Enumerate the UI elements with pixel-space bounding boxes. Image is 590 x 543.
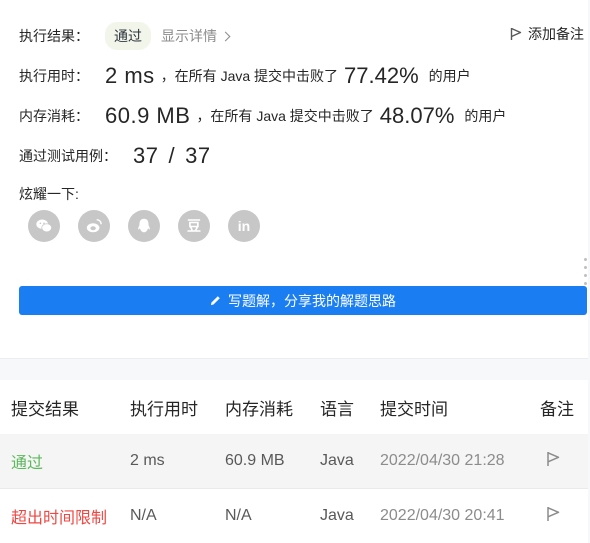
row-time: 2022/04/30 21:28: [380, 452, 505, 469]
row-runtime: 2 ms: [130, 452, 165, 469]
add-note-button[interactable]: 添加备注: [510, 24, 584, 44]
row-runtime: N/A: [130, 507, 157, 524]
row-note-button[interactable]: [540, 451, 580, 472]
share-row: 炫耀一下:: [19, 184, 79, 204]
status-badge: 通过: [105, 22, 151, 50]
wechat-icon[interactable]: [28, 210, 60, 242]
tests-separator: /: [168, 143, 176, 168]
col-header-result[interactable]: 提交结果: [0, 395, 130, 420]
runtime-percent: 77.42%: [344, 63, 419, 88]
qq-icon[interactable]: [128, 210, 160, 242]
flag-icon: [547, 506, 560, 521]
weibo-icon[interactable]: [78, 210, 110, 242]
linkedin-icon[interactable]: in: [228, 210, 260, 242]
submissions-table: 提交结果 执行用时 内存消耗 语言 提交时间 备注 通过 2 ms 60.9 M…: [0, 380, 588, 543]
tests-label: 通过测试用例：: [19, 148, 117, 164]
write-solution-button[interactable]: 写题解，分享我的解题思路: [19, 286, 587, 315]
row-memory: 60.9 MB: [225, 452, 285, 469]
tests-total: 37: [185, 143, 211, 168]
runtime-label: 执行用时：: [19, 68, 89, 84]
share-label: 炫耀一下:: [19, 186, 79, 202]
result-row: 执行结果： 通过 显示详情: [19, 22, 231, 50]
show-details-link[interactable]: 显示详情: [161, 26, 217, 46]
share-icons: 豆 in: [28, 210, 260, 242]
chevron-right-icon: [220, 31, 231, 41]
table-header: 提交结果 执行用时 内存消耗 语言 提交时间 备注: [0, 380, 588, 434]
tests-passed: 37: [133, 143, 159, 168]
memory-suffix: 的用户: [464, 108, 507, 124]
col-header-note: 备注: [540, 399, 574, 419]
douban-glyph: 豆: [187, 218, 201, 234]
weibo-glyph: [86, 218, 102, 233]
runtime-row: 执行用时： 2 ms ，在所有 Java 提交中击败了 77.42% 的用户: [19, 63, 471, 89]
memory-percent: 48.07%: [379, 103, 455, 128]
memory-row: 内存消耗： 60.9 MB ，在所有 Java 提交中击败了 48.07% 的用…: [19, 103, 506, 129]
runtime-value: 2 ms: [105, 63, 155, 88]
row-result-link[interactable]: 通过: [0, 449, 130, 473]
col-header-time[interactable]: 提交时间: [380, 395, 540, 420]
qq-glyph: [138, 218, 150, 233]
flag-icon: [547, 451, 560, 466]
pencil-icon: [210, 296, 220, 306]
col-header-memory[interactable]: 内存消耗: [225, 395, 320, 420]
memory-prefix: ，在所有 Java 提交中击败了: [196, 108, 374, 124]
resize-handle[interactable]: [584, 258, 587, 290]
row-note-button[interactable]: [540, 506, 580, 527]
memory-value: 60.9 MB: [105, 103, 191, 128]
result-label: 执行结果：: [19, 28, 89, 44]
runtime-prefix: ，在所有 Java 提交中击败了: [160, 68, 339, 84]
douban-icon[interactable]: 豆: [178, 210, 210, 242]
table-row: 通过 2 ms 60.9 MB Java 2022/04/30 21:28: [0, 434, 588, 488]
row-memory: N/A: [225, 507, 252, 524]
memory-label: 内存消耗：: [19, 108, 89, 124]
row-result-link[interactable]: 超出时间限制: [0, 504, 130, 528]
col-header-language[interactable]: 语言: [320, 395, 380, 420]
table-row: 超出时间限制 N/A N/A Java 2022/04/30 20:41: [0, 488, 588, 543]
row-language: Java: [320, 452, 354, 469]
row-language: Java: [320, 507, 354, 524]
runtime-suffix: 的用户: [428, 68, 471, 84]
linkedin-glyph: in: [237, 218, 251, 234]
tests-row: 通过测试用例： 37 / 37: [19, 143, 211, 169]
write-solution-label: 写题解，分享我的解题思路: [228, 292, 396, 309]
result-card: 执行结果： 通过 显示详情 添加备注 执行用时： 2 ms ，在所有 Java …: [0, 0, 588, 359]
col-header-runtime[interactable]: 执行用时: [130, 395, 225, 420]
add-note-label: 添加备注: [528, 26, 584, 42]
row-time: 2022/04/30 20:41: [380, 507, 505, 524]
flag-icon: [510, 27, 522, 40]
wechat-glyph: [36, 219, 53, 233]
